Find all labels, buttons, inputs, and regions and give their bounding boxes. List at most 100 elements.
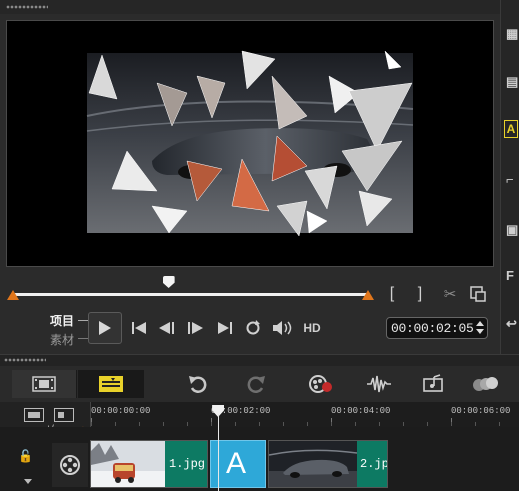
timecode-stepper[interactable] [475,320,485,336]
title-icon[interactable]: A [504,120,518,138]
enlarge-preview-icon[interactable] [468,284,488,304]
play-button[interactable] [88,312,122,344]
preview-frame-image [86,50,414,237]
auto-music-button[interactable] [418,370,452,398]
ruler-minor-tick [91,422,92,426]
ruler-tick-label: 00:00:06:00 [451,406,511,416]
timeline-view-icon [99,376,123,392]
previous-frame-button[interactable] [156,317,178,339]
redo-button[interactable] [240,370,274,398]
filter-icon[interactable]: F [506,268,514,283]
ruler-minor-tick [235,422,236,426]
timecode-field[interactable]: 00:00:02:05 [386,317,488,339]
storyboard-view-icon [32,376,56,392]
skip-to-end-icon [218,322,232,334]
clip-label: 1.jpg [169,457,206,471]
scrub-track [12,293,368,296]
media-icon[interactable]: ▦ [506,26,518,42]
time-ruler[interactable]: 00:00:00:00 00:00:02:00 00:00:04:00 00:00:0… [90,402,519,427]
ruler-minor-tick [355,422,356,426]
stepper-down-icon[interactable] [476,329,484,334]
play-icon [99,321,111,335]
video-track-area: 🔓 1.jpg A 2.jpg [0,427,519,491]
clip-label: 2.jpg [360,457,387,471]
timecode-value: 00:00:02:05 [391,321,474,336]
ruler-minor-tick [451,422,452,426]
stepper-up-icon[interactable] [476,321,484,326]
undo-icon [189,376,207,393]
graphic-icon[interactable]: ▣ [506,222,518,238]
volume-icon [273,321,292,335]
timeline-toolbar [0,366,519,403]
volume-button[interactable] [270,317,296,339]
preview-window [6,20,494,267]
previous-frame-icon [159,322,174,334]
ruler-minor-tick [115,422,116,426]
playhead-line [218,414,220,491]
track-expand-icon[interactable] [24,479,32,484]
ruler-minor-tick [403,422,404,426]
film-reel-icon [60,455,80,475]
record-capture-button[interactable] [302,370,338,398]
record-capture-icon [309,375,332,393]
mark-out-button[interactable]: ] [413,284,427,304]
next-frame-button[interactable] [184,317,206,339]
ruler-minor-tick [283,422,284,426]
trim-in-marker[interactable] [7,290,19,300]
ruler-tick-label: 00:00:04:00 [331,406,391,416]
ruler-minor-tick [187,422,188,426]
timeline-ruler-area: +/− ▲ 00:00:00:0000:00:02:0000:00:04:000… [0,402,519,433]
chapter-point-icon[interactable] [54,408,74,422]
mode-selector-line [78,338,88,339]
track-manager-icon[interactable] [24,408,44,422]
clip-label-bg: 1.jpg [165,441,207,487]
skip-to-end-button[interactable] [214,317,236,339]
video-clip[interactable]: 1.jpg [90,440,208,488]
ruler-minor-tick [163,422,164,426]
skip-to-start-icon [132,322,146,334]
ruler-tick-label: 00:00:00:00 [91,406,151,416]
repeat-button[interactable] [242,317,264,339]
mark-in-button[interactable]: [ [385,284,399,304]
clip-thumbnail [269,441,357,487]
clip-label-bg: 2.jpg [357,441,387,487]
skip-to-start-button[interactable] [128,317,150,339]
motion-tracking-button[interactable] [468,370,502,398]
ruler-minor-tick [211,422,212,426]
ruler-minor-tick [259,422,260,426]
ruler-minor-tick [331,422,332,426]
mode-clip-label[interactable]: 素材 [50,331,74,348]
audio-mixer-icon [367,375,391,393]
panel-grip-top[interactable] [0,0,519,14]
ruler-minor-tick [499,422,500,426]
timeline-view-button[interactable] [78,370,144,398]
ruler-minor-tick [139,422,140,426]
transition-icon[interactable]: ⌐ [506,172,514,187]
ripple-edit-icon[interactable]: 🔓 [18,449,33,463]
redo-icon [247,376,265,393]
transition-label: A [226,447,247,480]
undo-button[interactable] [180,370,214,398]
ruler-minor-tick [427,422,428,426]
audio-mixer-button[interactable] [362,370,396,398]
instant-project-icon[interactable]: ▤ [506,74,518,90]
trim-out-marker[interactable] [362,290,374,300]
storyboard-view-button[interactable] [12,370,77,398]
ruler-minor-tick [307,422,308,426]
ruler-minor-tick [475,422,476,426]
split-clip-icon[interactable]: ✂ [440,284,460,304]
video-track-header[interactable] [52,443,88,487]
auto-music-icon [423,374,443,392]
path-icon[interactable]: ↩ [506,316,517,332]
scrub-bar[interactable] [7,288,374,302]
mode-project-label[interactable]: 项目 [50,312,74,329]
mode-selector-line [78,320,88,321]
repeat-icon [246,320,260,335]
clip-thumbnail [91,441,165,487]
next-frame-icon [188,322,203,334]
hd-toggle[interactable]: HD [300,320,324,336]
video-clip[interactable]: 2.jpg [268,440,388,488]
library-toolbar-strip: ▦ ▤ A ⌐ ▣ F ↩ [500,0,519,354]
motion-tracking-icon [473,377,498,391]
ruler-minor-tick [379,422,380,426]
